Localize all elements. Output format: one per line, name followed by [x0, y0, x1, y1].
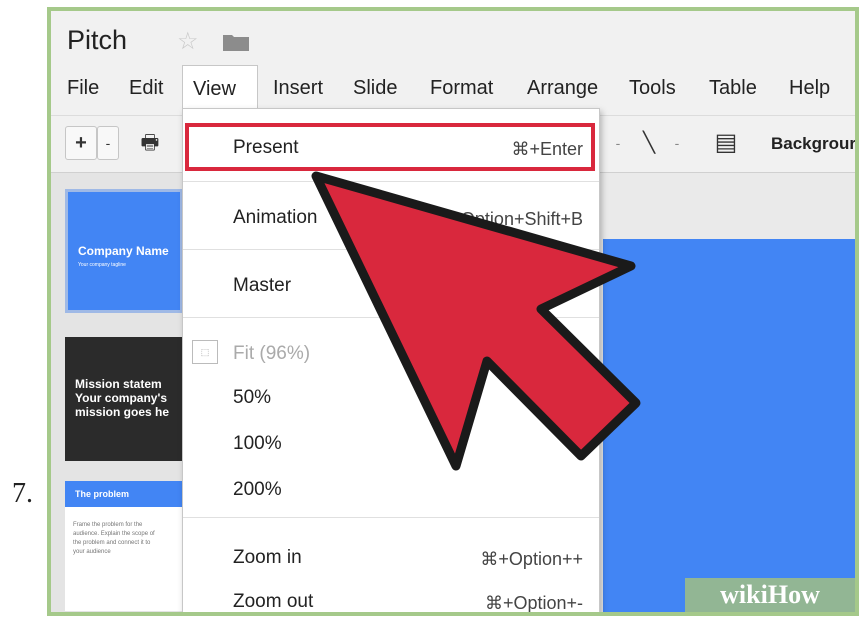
red-pointer-arrow-icon [311, 171, 641, 471]
step-number: 7. [12, 478, 33, 509]
watermark: wikiHow [685, 578, 855, 612]
screenshot-frame: Pitch ☆ File Edit Insert Slide Format Ar… [47, 7, 859, 616]
